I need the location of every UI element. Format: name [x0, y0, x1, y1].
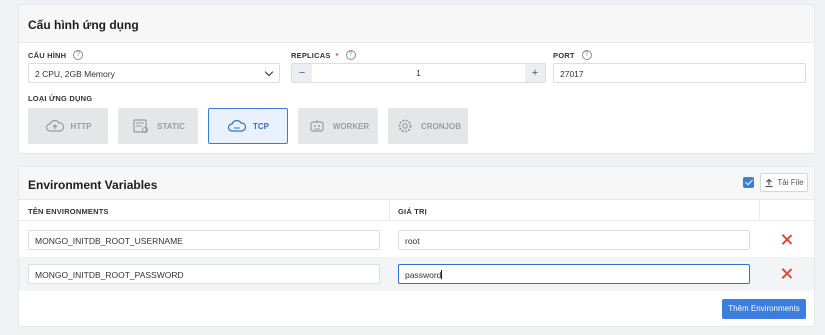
app-type-cronjob-label: CRONJOB	[420, 121, 461, 131]
worker-icon	[310, 120, 324, 132]
replicas-stepper: − 1 +	[291, 63, 546, 83]
env-name-value: MONGO_INITDB_ROOT_USERNAME	[35, 236, 183, 246]
env-row: MONGO_INITDB_ROOT_USERNAME root	[19, 223, 814, 257]
port-input[interactable]: 27017	[553, 63, 806, 83]
config-label-text: CẤU HÌNH	[28, 50, 67, 60]
col-env-value: GIÁ TRỊ	[398, 207, 427, 216]
app-type-cronjob[interactable]: CRONJOB	[388, 108, 468, 144]
required-marker: *	[335, 50, 339, 60]
app-type-label-text: LOẠI ỨNG DỤNG	[28, 94, 93, 103]
help-icon[interactable]: ?	[581, 50, 592, 60]
replicas-value[interactable]: 1	[312, 68, 525, 78]
text-caret	[441, 270, 443, 279]
upload-file-label: Tải File	[777, 178, 804, 187]
app-type-options: HTTP STATIC TCP WORKER CRONJOB	[28, 108, 468, 144]
upload-icon	[765, 178, 773, 187]
help-icon[interactable]: ?	[345, 50, 356, 60]
gear-icon	[398, 119, 412, 133]
add-environment-button[interactable]: Thêm Environments	[722, 299, 806, 319]
app-config-card: Cấu hình ứng dụng CẤU HÌNH ? 2 CPU, 2GB …	[18, 4, 815, 154]
delete-row-icon[interactable]	[781, 268, 793, 280]
upload-file-button[interactable]: Tải File	[760, 173, 808, 192]
app-type-tcp-label: TCP	[253, 121, 269, 131]
increment-button[interactable]: +	[525, 64, 545, 82]
env-variables-card: Environment Variables Tải File TÊN ENVIR…	[18, 166, 815, 327]
env-name-input[interactable]: MONGO_INITDB_ROOT_USERNAME	[28, 230, 380, 250]
app-type-static-label: STATIC	[157, 121, 185, 131]
replicas-label: REPLICAS * ?	[291, 50, 356, 60]
app-type-static[interactable]: STATIC	[118, 108, 198, 144]
static-page-icon	[133, 119, 149, 134]
column-divider	[389, 200, 390, 221]
port-value: 27017	[560, 69, 584, 79]
app-config-header: Cấu hình ứng dụng	[19, 5, 814, 43]
app-type-tcp[interactable]: TCP	[208, 108, 288, 144]
decrement-button[interactable]: −	[292, 64, 312, 82]
port-label-text: PORT	[553, 50, 575, 60]
port-label: PORT ?	[553, 50, 592, 60]
app-config-title: Cấu hình ứng dụng	[28, 18, 139, 32]
env-table-header: TÊN ENVIRONMENTS GIÁ TRỊ	[19, 200, 814, 221]
config-select-value: 2 CPU, 2GB Memory	[35, 69, 115, 79]
cloud-tcp-icon	[227, 120, 247, 132]
config-select[interactable]: 2 CPU, 2GB Memory	[28, 63, 280, 83]
app-type-worker-label: WORKER	[332, 121, 370, 131]
env-value-value: password	[405, 270, 442, 280]
env-row: MONGO_INITDB_ROOT_PASSWORD password	[19, 257, 814, 291]
env-variables-header: Environment Variables Tải File	[19, 167, 814, 200]
env-name-input[interactable]: MONGO_INITDB_ROOT_PASSWORD	[28, 264, 380, 284]
app-type-worker[interactable]: WORKER	[298, 108, 378, 144]
replicas-label-text: REPLICAS	[291, 50, 331, 60]
app-type-http-label: HTTP	[70, 121, 92, 131]
env-value-value: root	[405, 236, 420, 246]
config-label: CẤU HÌNH ?	[28, 50, 84, 60]
col-env-name: TÊN ENVIRONMENTS	[28, 207, 109, 216]
env-variables-title: Environment Variables	[28, 178, 158, 192]
app-type-http[interactable]: HTTP	[28, 108, 108, 144]
env-value-input[interactable]: root	[398, 230, 750, 250]
help-icon[interactable]: ?	[73, 50, 84, 60]
cloud-upload-icon	[45, 120, 64, 132]
chevron-down-icon	[264, 67, 274, 77]
env-enabled-checkbox[interactable]	[743, 177, 754, 188]
column-divider	[759, 200, 760, 221]
env-value-input[interactable]: password	[398, 264, 750, 284]
app-type-label: LOẠI ỨNG DỤNG	[28, 94, 92, 103]
env-name-value: MONGO_INITDB_ROOT_PASSWORD	[35, 270, 184, 280]
delete-row-icon[interactable]	[781, 234, 793, 246]
